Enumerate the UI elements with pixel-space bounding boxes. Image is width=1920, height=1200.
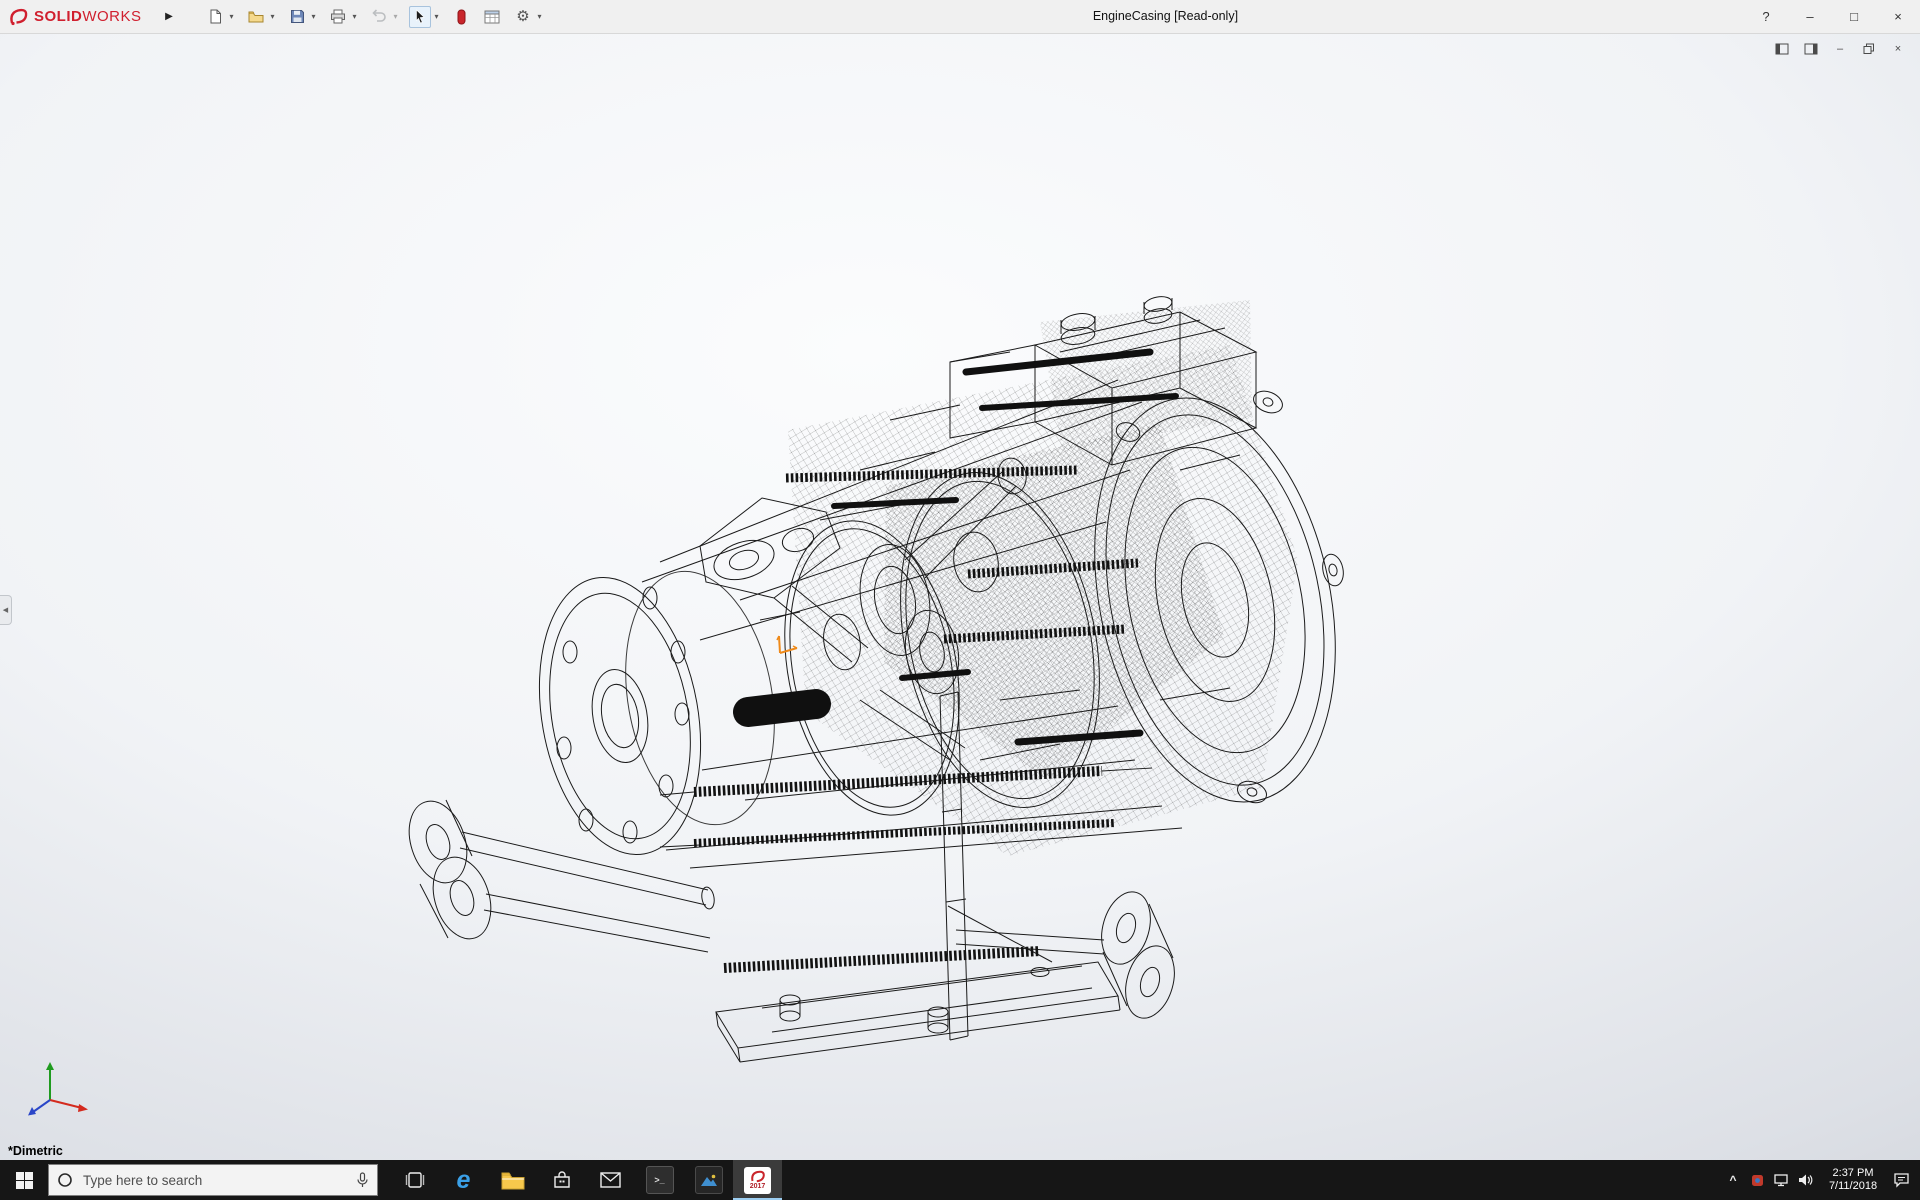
engine-wireframe-model (0, 0, 1920, 1200)
clock-time: 2:37 PM (1818, 1167, 1888, 1180)
origin-marker (777, 636, 797, 653)
edge-browser-button[interactable]: e (439, 1160, 488, 1200)
command-prompt-icon: >_ (646, 1166, 674, 1194)
ds-logo-icon (8, 7, 30, 27)
doc-restore-icon (1863, 43, 1875, 55)
cortana-icon (57, 1172, 73, 1188)
solidworks-logo: SOLIDWORKS (0, 7, 160, 27)
rebuild-button[interactable] (450, 6, 472, 28)
menu-flyout-arrow[interactable]: ▶ (160, 11, 178, 22)
windows-logo-icon (16, 1172, 33, 1189)
save-button[interactable] (286, 6, 308, 28)
tray-overflow-chevron[interactable]: ^ (1722, 1160, 1744, 1200)
options-dropdown-caret[interactable]: ▾ (535, 12, 544, 21)
undo-icon (371, 9, 387, 24)
window-controls: ? – □ × (1744, 0, 1920, 33)
speaker-icon (1797, 1173, 1813, 1187)
action-center-icon (1893, 1172, 1910, 1188)
print-icon (330, 9, 346, 24)
help-button[interactable]: ? (1744, 0, 1788, 33)
maximize-button[interactable]: □ (1832, 0, 1876, 33)
file-explorer-button[interactable] (488, 1160, 537, 1200)
file-explorer-icon (501, 1171, 525, 1190)
undo-dropdown-caret[interactable]: ▾ (391, 12, 400, 21)
save-dropdown-caret[interactable]: ▾ (309, 12, 318, 21)
minimize-button[interactable]: – (1788, 0, 1832, 33)
close-button[interactable]: × (1876, 0, 1920, 33)
network-button[interactable] (1770, 1160, 1792, 1200)
taskbar-clock[interactable]: 2:37 PM 7/11/2018 (1818, 1167, 1888, 1193)
search-input[interactable] (81, 1172, 348, 1189)
graphics-area[interactable]: – × ◀ *Dimetric (0, 33, 1920, 1160)
brand-works: WORKS (82, 8, 141, 25)
solidworks-app-icon: 2017 (744, 1167, 771, 1194)
system-tray: ^ 2:37 PM (1722, 1160, 1920, 1200)
action-center-button[interactable] (1890, 1160, 1912, 1200)
doc-restore-button[interactable] (1859, 41, 1879, 57)
select-tool-button[interactable] (409, 6, 431, 28)
select-dropdown-caret[interactable]: ▾ (432, 12, 441, 21)
properties-sheet-icon (484, 10, 500, 24)
save-floppy-icon (290, 9, 305, 24)
tray-app-button[interactable] (1746, 1160, 1768, 1200)
screen: SOLIDWORKS ▶ ▾ ▾ (0, 0, 1920, 1200)
network-icon (1773, 1173, 1789, 1187)
open-folder-icon (248, 9, 264, 24)
windows-taskbar: e >_ (0, 1160, 1920, 1200)
app-titlebar: SOLIDWORKS ▶ ▾ ▾ (0, 0, 1920, 34)
start-button[interactable] (0, 1160, 48, 1200)
pane-left-icon (1775, 43, 1789, 55)
volume-button[interactable] (1794, 1160, 1816, 1200)
chevron-up-icon: ^ (1729, 1173, 1736, 1187)
microphone-icon[interactable] (356, 1172, 369, 1188)
open-button[interactable] (245, 6, 267, 28)
task-pane-collapse-tab[interactable]: ◀ (0, 595, 12, 625)
new-document-button[interactable] (204, 6, 226, 28)
options-button[interactable]: ⚙ (512, 6, 534, 28)
task-view-button[interactable] (390, 1160, 439, 1200)
quick-toolbar: ▾ ▾ ▾ (204, 6, 553, 28)
orientation-triad[interactable] (20, 1058, 98, 1122)
store-button[interactable] (537, 1160, 586, 1200)
clock-date: 7/11/2018 (1818, 1180, 1888, 1193)
mail-envelope-icon (600, 1172, 621, 1188)
print-button[interactable] (327, 6, 349, 28)
task-view-icon (405, 1171, 425, 1189)
pane-left-button[interactable] (1772, 41, 1792, 57)
photos-button[interactable] (684, 1160, 733, 1200)
select-arrow-icon (413, 9, 427, 24)
view-orientation-label: *Dimetric (8, 1144, 63, 1158)
taskbar-search[interactable] (48, 1164, 378, 1196)
document-window-controls: – × (1772, 41, 1908, 57)
file-properties-button[interactable] (481, 6, 503, 28)
pane-right-button[interactable] (1801, 41, 1821, 57)
doc-close-button[interactable]: × (1888, 41, 1908, 57)
solidworks-year-label: 2017 (750, 1183, 766, 1190)
store-bag-icon (552, 1170, 572, 1190)
doc-minimize-button[interactable]: – (1830, 41, 1850, 57)
solidworks-taskbar-button[interactable]: 2017 (733, 1160, 782, 1200)
mail-button[interactable] (586, 1160, 635, 1200)
photos-icon (695, 1166, 723, 1194)
brand-solid: SOLID (34, 8, 82, 25)
print-dropdown-caret[interactable]: ▾ (350, 12, 359, 21)
command-prompt-button[interactable]: >_ (635, 1160, 684, 1200)
options-gear-icon: ⚙ (516, 9, 529, 24)
undo-button[interactable] (368, 6, 390, 28)
open-dropdown-caret[interactable]: ▾ (268, 12, 277, 21)
document-title: EngineCasing [Read-only] (1093, 0, 1238, 33)
rebuild-icon (455, 9, 467, 25)
new-document-icon (208, 9, 223, 24)
tray-app-icon (1751, 1174, 1764, 1187)
new-dropdown-caret[interactable]: ▾ (227, 12, 236, 21)
pane-right-icon (1804, 43, 1818, 55)
edge-icon: e (457, 1168, 471, 1193)
